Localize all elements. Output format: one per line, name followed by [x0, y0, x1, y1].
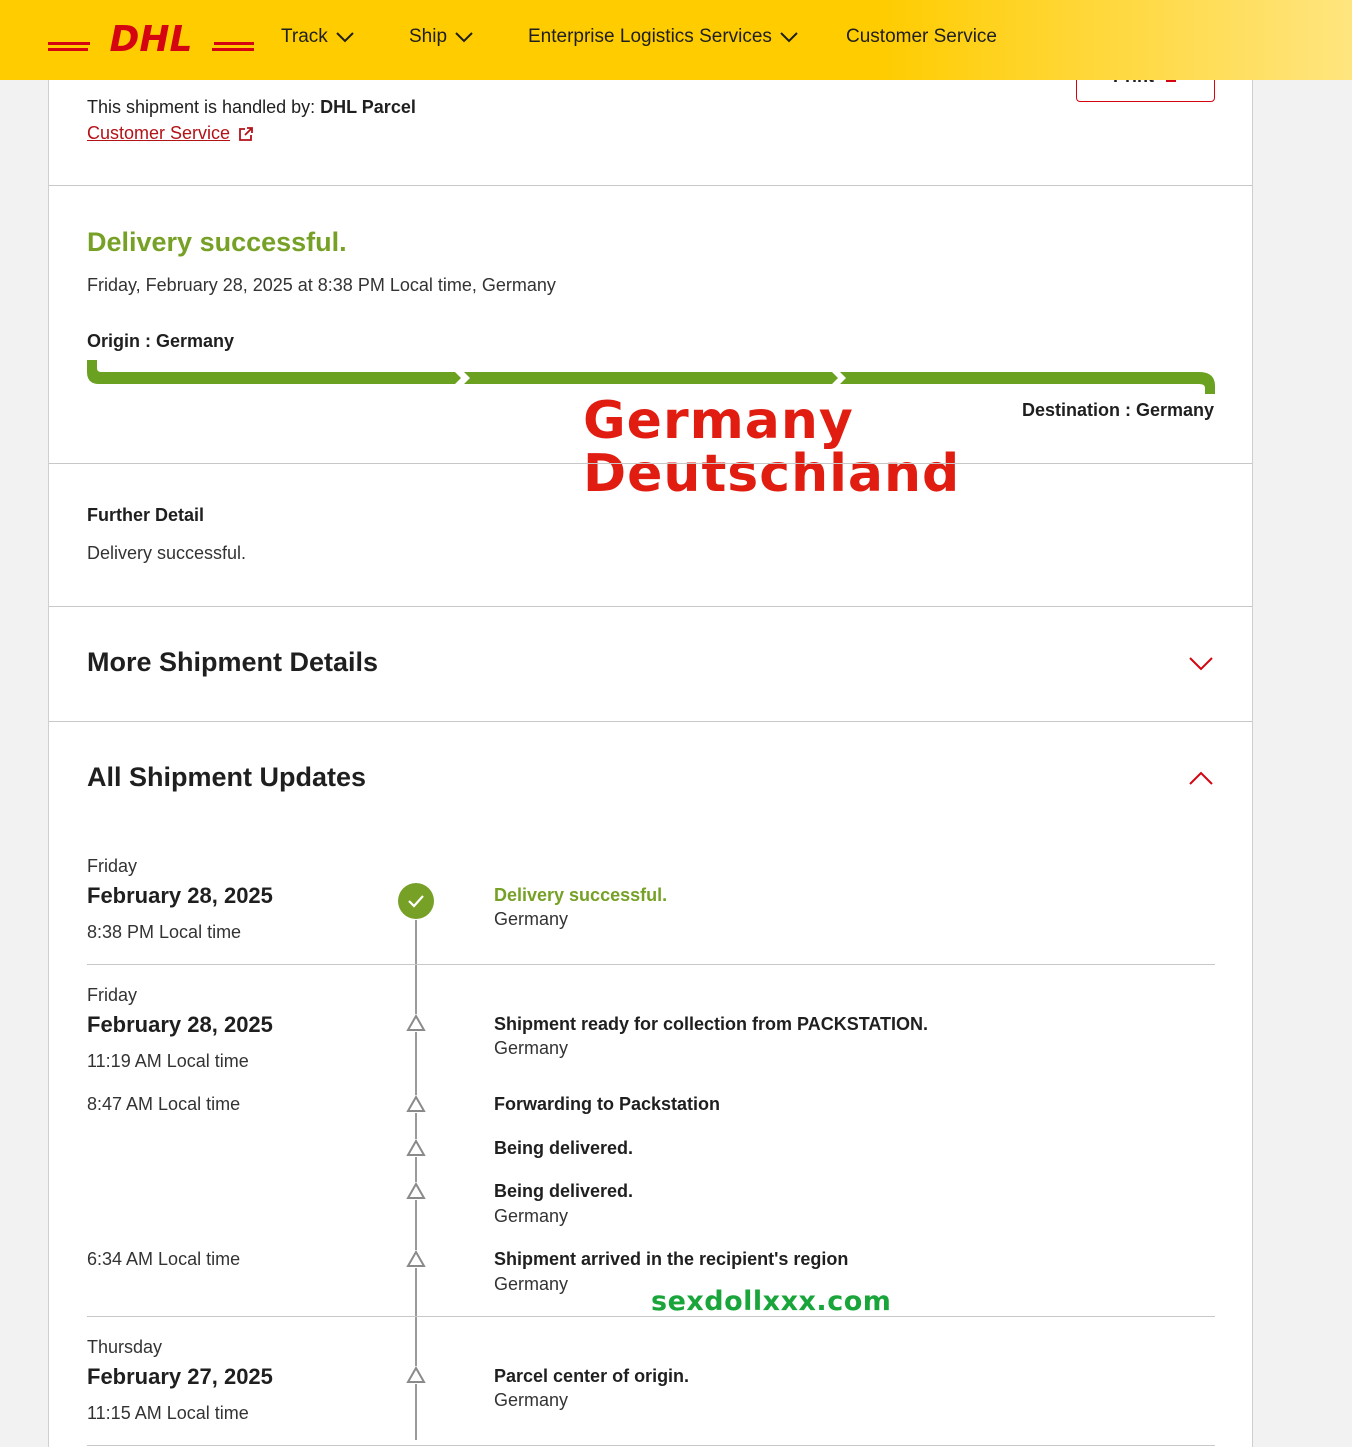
event-title: Parcel center of origin.	[494, 1366, 690, 1386]
nav-enterprise-logistics[interactable]: Enterprise Logistics Services	[528, 26, 798, 48]
top-navigation-bar: DHL Track Ship Enterprise Logistics Serv…	[0, 0, 1352, 80]
external-link-icon	[239, 126, 253, 141]
further-detail-title: Further Detail	[87, 505, 205, 525]
shipment-progress-bar	[87, 360, 1215, 394]
update-day: Thursday	[87, 1337, 163, 1357]
divider	[49, 185, 1252, 186]
transit-triangle-icon	[406, 1139, 426, 1157]
overlay-country-text: Germany Deutschland	[583, 395, 960, 501]
event-title: Forwarding to Packstation	[494, 1094, 721, 1114]
update-time: 8:47 AM Local time	[87, 1094, 241, 1114]
svg-text:DHL: DHL	[110, 22, 193, 54]
update-time: 6:34 AM Local time	[87, 1249, 241, 1269]
handled-by-text: This shipment is handled by: DHL Parcel	[87, 97, 416, 118]
event-title: Shipment ready for collection from PACKS…	[494, 1014, 929, 1034]
event-title: Being delivered.	[494, 1181, 634, 1201]
update-day: Friday	[87, 856, 138, 876]
event-title: Delivery successful.	[494, 885, 668, 905]
update-time: 11:19 AM Local time	[87, 1051, 249, 1071]
delivered-check-icon	[398, 883, 434, 919]
transit-triangle-icon	[406, 1182, 426, 1200]
overlay-line-2: Deutschland	[583, 444, 961, 504]
transit-triangle-icon	[406, 1366, 426, 1384]
transit-triangle-icon	[406, 1095, 426, 1113]
overlay-watermark-url: sexdollxxx.com	[651, 1286, 892, 1317]
timeline-line	[415, 920, 417, 1440]
carrier-name: DHL Parcel	[320, 97, 416, 117]
customer-service-link[interactable]: Customer Service	[87, 123, 254, 144]
nav-enterprise-label: Enterprise Logistics Services	[528, 26, 772, 47]
nav-customer-service-label: Customer Service	[846, 26, 997, 47]
chevron-down-icon	[336, 32, 354, 43]
delivery-status-title: Delivery successful.	[87, 227, 347, 257]
progress-segment-1	[87, 360, 461, 384]
nav-ship-label: Ship	[409, 26, 448, 47]
event-location: Germany	[494, 1206, 569, 1226]
overlay-line-1: Germany	[583, 391, 854, 451]
origin-label: Origin : Germany	[87, 331, 235, 351]
update-date: February 27, 2025	[87, 1364, 273, 1389]
divider	[49, 721, 1252, 722]
event-title: Shipment arrived in the recipient's regi…	[494, 1249, 849, 1269]
progress-segment-3	[840, 372, 1215, 394]
progress-segment-2	[464, 372, 838, 384]
chevron-down-icon	[780, 32, 798, 43]
divider	[49, 606, 1252, 607]
further-detail-text: Delivery successful.	[87, 543, 247, 563]
delivery-status-time: Friday, February 28, 2025 at 8:38 PM Loc…	[87, 275, 556, 295]
event-location: Germany	[494, 1274, 569, 1294]
handled-by-prefix: This shipment is handled by:	[87, 97, 321, 117]
nav-customer-service[interactable]: Customer Service	[846, 26, 997, 48]
update-row-divider	[87, 1445, 1215, 1446]
transit-triangle-icon	[406, 1250, 426, 1268]
nav-ship[interactable]: Ship	[409, 26, 473, 48]
event-location: Germany	[494, 1390, 569, 1410]
transit-triangle-icon	[406, 1014, 426, 1032]
divider	[49, 463, 1252, 464]
event-location: Germany	[494, 1038, 569, 1058]
update-date: February 28, 2025	[87, 1012, 273, 1037]
chevron-up-icon[interactable]	[1188, 770, 1214, 786]
nav-track-label: Track	[281, 26, 328, 47]
update-time: 11:15 AM Local time	[87, 1403, 249, 1423]
update-time: 8:38 PM Local time	[87, 922, 242, 942]
update-row-divider	[87, 1316, 1215, 1317]
customer-service-link-label: Customer Service	[87, 123, 231, 143]
chevron-down-icon[interactable]	[1188, 656, 1214, 672]
destination-label: Destination : Germany	[1021, 400, 1214, 420]
event-location: Germany	[494, 909, 569, 929]
update-day: Friday	[87, 985, 138, 1005]
update-row-divider	[87, 964, 1215, 965]
all-shipment-updates-header[interactable]: All Shipment Updates	[87, 762, 366, 793]
chevron-down-icon	[455, 32, 473, 43]
nav-track[interactable]: Track	[281, 26, 354, 48]
more-shipment-details-header[interactable]: More Shipment Details	[87, 647, 378, 678]
update-date: February 28, 2025	[87, 883, 273, 908]
dhl-logo[interactable]: DHL	[48, 22, 254, 54]
event-title: Being delivered.	[494, 1138, 634, 1158]
shipment-card: Print This shipment is handled by: DHL P…	[48, 50, 1253, 1447]
